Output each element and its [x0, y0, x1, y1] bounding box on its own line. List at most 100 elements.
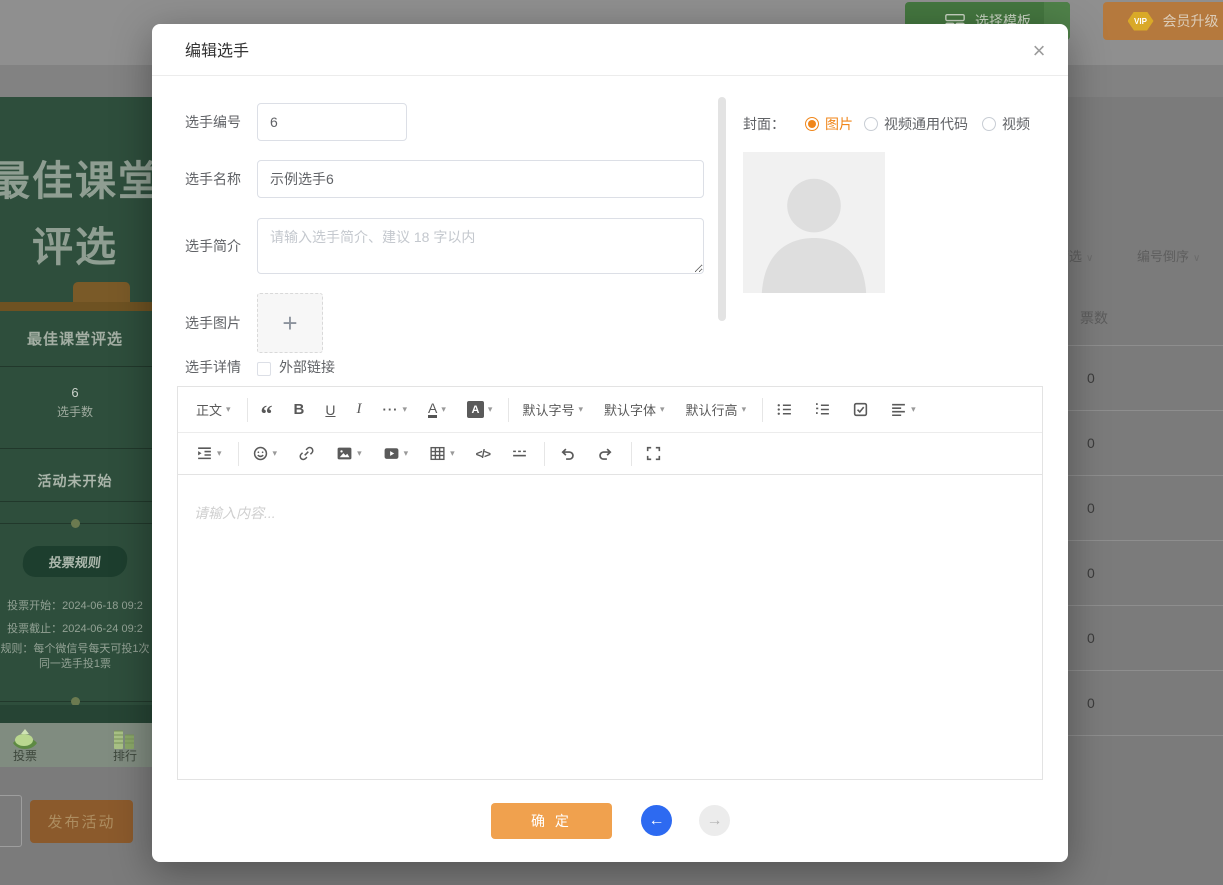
intro-textarea[interactable]	[257, 218, 704, 274]
caret-down-icon: ▾	[441, 404, 446, 415]
activity-preview-panel: 最佳课堂 评选 最佳课堂评选 6 选手数 活动未开始 投票规则 投票开始：202…	[0, 97, 175, 767]
person-silhouette-icon	[743, 152, 885, 293]
name-input[interactable]	[257, 160, 704, 198]
highlight-color-dropdown[interactable]: A ▾	[467, 401, 493, 418]
font-size-dropdown[interactable]: 默认字号 ▾	[522, 400, 583, 419]
caret-down-icon: ▾	[226, 404, 231, 415]
task-list-icon[interactable]	[852, 401, 869, 418]
chevron-down-icon: ∨	[1193, 253, 1200, 264]
line-height-dropdown[interactable]: 默认行高 ▾	[686, 400, 747, 419]
number-label: 选手编号	[185, 103, 241, 141]
align-dropdown[interactable]: ▾	[890, 401, 916, 418]
intro-label: 选手简介	[185, 218, 241, 274]
redo-icon[interactable]	[597, 445, 615, 463]
tab-vote-label: 投票	[13, 747, 37, 764]
code-view-icon[interactable]: </>	[476, 447, 490, 461]
italic-icon[interactable]: I	[357, 401, 362, 418]
radio-cover-embed[interactable]	[864, 117, 878, 131]
votes-column-header: 票数	[1080, 308, 1108, 328]
vote-end-time: 投票截止：2024-06-24 09:2	[0, 620, 175, 636]
vote-rule-line1: 规则：每个微信号每天可投1次	[0, 640, 175, 656]
caret-down-icon: ▾	[578, 404, 583, 415]
fullscreen-icon[interactable]	[645, 445, 662, 462]
radio-cover-embed-label[interactable]: 视频通用代码	[884, 114, 968, 134]
blockquote-icon[interactable]: “	[261, 410, 273, 420]
divider-icon[interactable]	[511, 445, 528, 462]
radio-cover-video[interactable]	[982, 117, 996, 131]
caret-down-icon: ▾	[403, 404, 408, 415]
link-icon[interactable]	[298, 445, 315, 462]
confirm-button[interactable]: 确 定	[491, 803, 612, 839]
more-text-styles-dropdown[interactable]: ··· ▾	[383, 402, 408, 417]
vip-badge-icon: VIP	[1128, 12, 1154, 31]
next-contestant-button[interactable]: →	[699, 805, 730, 836]
caret-down-icon: ▾	[660, 404, 665, 415]
number-input[interactable]	[257, 103, 407, 141]
font-family-dropdown[interactable]: 默认字体 ▾	[604, 400, 665, 419]
publish-activity-button[interactable]: 发布活动	[30, 800, 133, 843]
caret-down-icon: ▾	[450, 448, 455, 459]
insert-image-dropdown[interactable]: ▾	[336, 445, 362, 462]
tab-vote[interactable]: 投票	[0, 723, 75, 767]
contestant-count: 6	[0, 385, 175, 400]
voting-rules-badge: 投票规则	[21, 546, 128, 577]
caret-down-icon: ▾	[217, 448, 222, 459]
preview-tabbar: 投票 排行	[0, 723, 175, 767]
arrow-right-icon: →	[707, 812, 723, 830]
previous-contestant-button[interactable]: ←	[641, 805, 672, 836]
caret-down-icon: ▾	[404, 448, 409, 459]
caret-down-icon: ▾	[911, 404, 916, 415]
name-label: 选手名称	[185, 160, 241, 198]
rich-text-editor: 正文 ▾ “ B U I ··· ▾ A ▾ A ▾ 默认字号 ▾	[177, 386, 1043, 780]
board-title-line1: 最佳课堂	[0, 147, 175, 207]
activity-status: 活动未开始	[0, 471, 175, 491]
external-link-label[interactable]: 外部链接	[279, 357, 335, 377]
arrow-left-icon: ←	[649, 812, 665, 830]
vote-rule-line2: 同一选手投1票	[0, 655, 175, 671]
form-scrollbar[interactable]	[718, 97, 726, 321]
dialog-title: 编辑选手	[152, 24, 1068, 76]
vip-upgrade-button[interactable]: VIP 会员升级	[1103, 2, 1223, 40]
font-color-dropdown[interactable]: A ▾	[428, 401, 446, 418]
underline-icon[interactable]: U	[325, 402, 335, 418]
caret-down-icon: ▾	[742, 404, 747, 415]
activity-title: 最佳课堂评选	[0, 328, 175, 349]
radio-cover-image-label[interactable]: 图片	[825, 114, 853, 134]
chevron-down-icon: ∨	[1086, 253, 1093, 264]
bold-icon[interactable]: B	[294, 401, 305, 418]
editor-content-area[interactable]: 请输入内容...	[178, 475, 1042, 779]
insert-table-dropdown[interactable]: ▾	[429, 445, 455, 462]
radio-cover-image[interactable]	[805, 117, 819, 131]
editor-placeholder: 请输入内容...	[194, 503, 276, 523]
partial-card-edge	[0, 795, 22, 847]
divider-dot	[71, 519, 80, 528]
chalk-ledge-graphic	[0, 302, 175, 311]
insert-video-dropdown[interactable]: ▾	[383, 445, 409, 462]
cover-image-placeholder	[743, 152, 885, 293]
bullet-list-icon[interactable]	[776, 401, 793, 418]
radio-cover-video-label[interactable]: 视频	[1002, 114, 1030, 134]
vip-upgrade-label: 会员升级	[1163, 11, 1219, 31]
plus-icon: +	[282, 308, 297, 339]
contestant-count-label: 选手数	[0, 403, 175, 420]
ordered-list-icon[interactable]	[814, 401, 831, 418]
caret-down-icon: ▾	[273, 448, 278, 459]
tab-rank-label: 排行	[113, 747, 137, 764]
cover-label: 封面：	[743, 114, 785, 134]
sort-dropdown[interactable]: 编号倒序∨	[1137, 246, 1200, 265]
chalk-eraser-graphic	[73, 282, 130, 304]
close-icon[interactable]: ×	[1026, 38, 1052, 64]
caret-down-icon: ▾	[357, 448, 362, 459]
indent-dropdown[interactable]: ▾	[196, 445, 222, 462]
editor-toolbar-row1: 正文 ▾ “ B U I ··· ▾ A ▾ A ▾ 默认字号 ▾	[178, 387, 1042, 433]
external-link-checkbox[interactable]	[257, 362, 271, 376]
vote-start-time: 投票开始：2024-06-18 09:2	[0, 597, 175, 613]
paragraph-style-dropdown[interactable]: 正文 ▾	[196, 400, 231, 419]
image-upload-button[interactable]: +	[257, 293, 323, 353]
image-label: 选手图片	[185, 293, 241, 353]
caret-down-icon: ▾	[488, 404, 493, 415]
editor-toolbar-row2: ▾ ▾	[178, 433, 1042, 475]
undo-icon[interactable]	[558, 445, 576, 463]
emoji-dropdown[interactable]: ▾	[252, 445, 278, 462]
board-title-line2: 评选	[0, 213, 175, 273]
